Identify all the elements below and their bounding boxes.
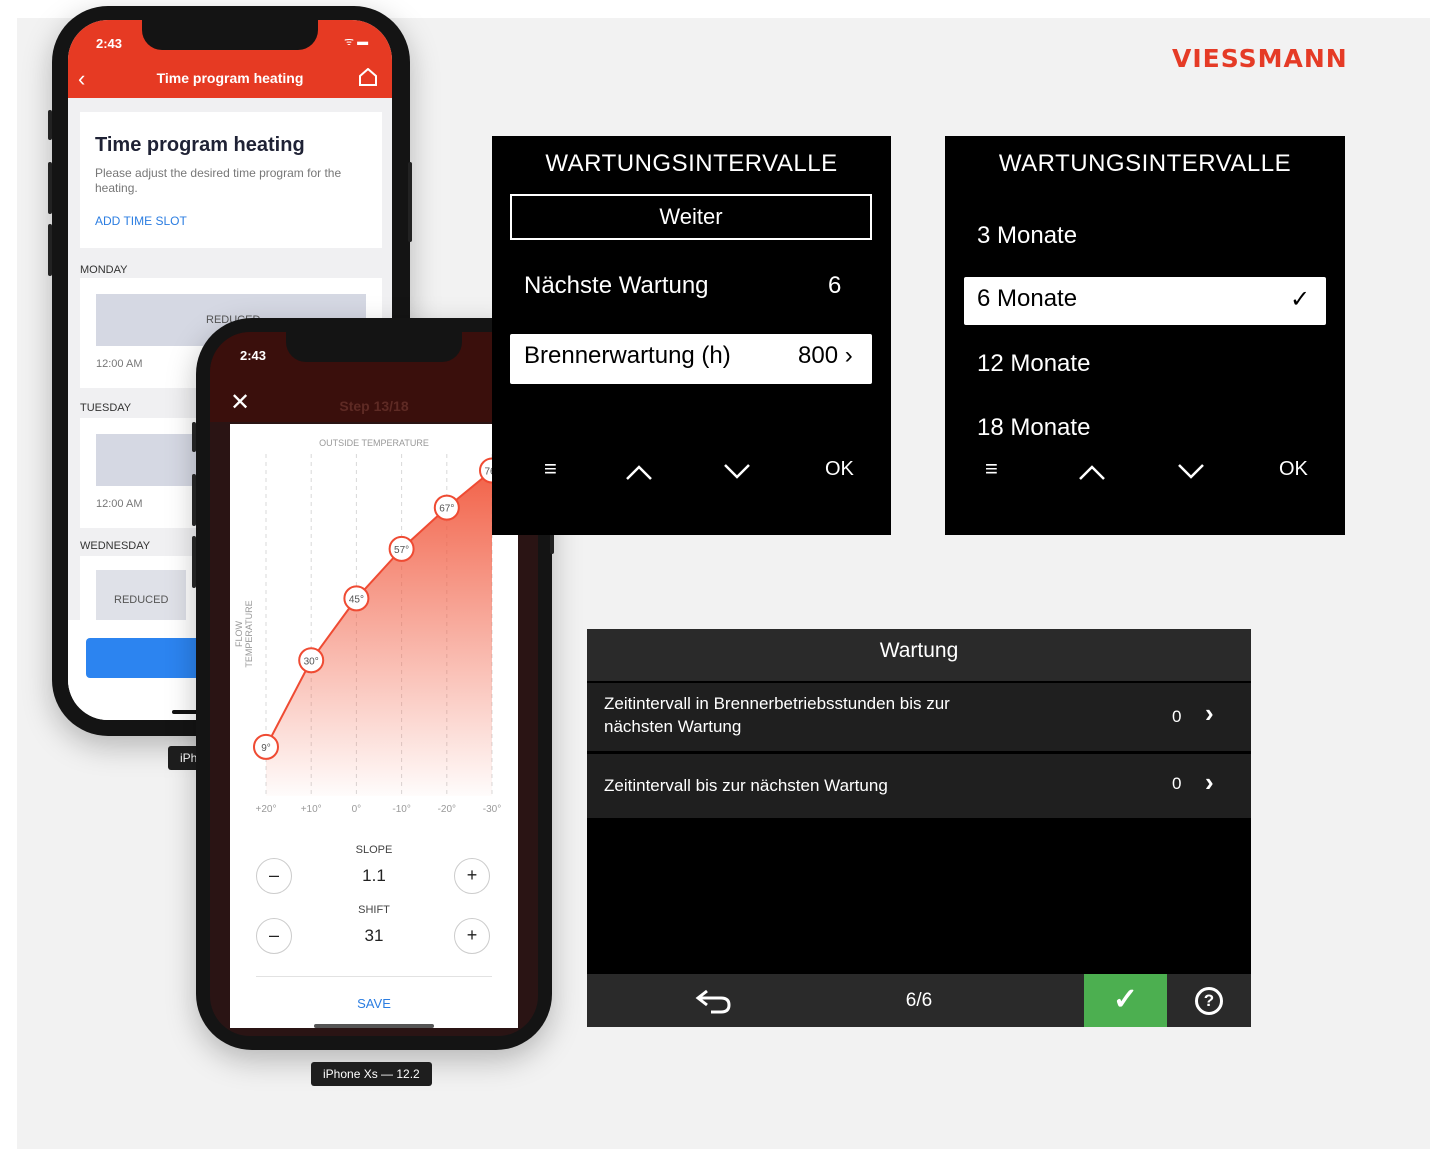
volume-up-button [48,162,52,214]
row-value: 0 [1172,707,1182,726]
mute-switch [48,110,52,140]
naechste-wartung-value: 6 [828,272,842,299]
row-text-line2: nächsten Wartung [604,717,742,736]
point-label: 9° [261,743,271,754]
shift-label: SHIFT [358,904,390,916]
volume-down-button [48,224,52,276]
x-tick-label: -30° [483,804,501,815]
point-label: 67° [439,504,454,515]
volume-down-button [192,536,196,588]
check-icon: ✓ [1290,286,1311,313]
x-tick-label: +10° [301,804,322,815]
heating-curve-chart[interactable]: 9°30°45°57°67°76° +20°+10°0°-10°-20°-30° [230,424,518,824]
phone2-screen: 2:43 ✕ Step 13/18 OUTSIDE TEMPERATURE FL… [210,332,538,1036]
ok-button[interactable]: OK [1279,458,1308,481]
check-icon: ✓ [1112,983,1139,1016]
arrow-up-icon[interactable] [624,462,654,482]
power-button [408,162,412,242]
wartung-header: Wartung [587,629,1251,681]
option-label: 6 Monate [977,285,1078,312]
x-tick-label: 0° [352,804,362,815]
option-18-monate[interactable]: 18 Monate [977,414,1090,436]
wartungsintervalle-panel-1: WARTUNGSINTERVALLE Weiter Nächste Wartun… [492,136,891,535]
card-title: Time program heating [95,134,305,156]
mute-switch [192,422,196,452]
add-time-slot-link[interactable]: ADD TIME SLOT [95,214,187,228]
header-title: Time program heating [156,70,304,86]
brennerwartung-label: Brennerwartung (h) [524,342,731,369]
row-text: Zeitintervall bis zur nächsten Wartung [604,776,888,795]
weiter-button[interactable]: Weiter [510,194,872,240]
row-value: 0 [1172,774,1182,793]
curve-point[interactable]: 30° [298,647,325,674]
status-time: 2:43 [96,36,123,51]
card-description: Please adjust the desired time program f… [95,166,342,195]
brennerwartung-value: 800 › [798,342,853,369]
phone-notch [286,332,462,362]
ok-button[interactable]: OK [825,458,854,481]
point-label: 57° [394,545,409,556]
divider [256,976,492,977]
phone-notch [142,20,318,50]
chevron-right-icon: › [1205,767,1214,797]
row-text-line1: Zeitintervall in Brennerbetriebsstunden … [604,694,950,713]
arrow-down-icon[interactable] [722,462,752,482]
step-indicator: Step 13/18 [339,398,409,414]
device-caption: iPhone Xs — 12.2 [311,1062,432,1086]
curve-point[interactable]: 67° [433,494,460,521]
wifi-battery-icon: ᯤ ▬ [344,36,369,48]
panel-title: WARTUNGSINTERVALLE [545,150,838,177]
menu-icon[interactable]: ≡ [985,456,998,482]
option-6-monate-selected[interactable]: 6 Monate ✓ [964,277,1326,325]
curve-point[interactable]: 57° [388,535,415,562]
shift-increase-button[interactable]: + [454,918,490,954]
viessmann-logo: VIESSMANN [1172,44,1348,73]
slope-label: SLOPE [355,844,393,856]
zeitintervall-row[interactable]: Zeitintervall bis zur nächsten Wartung 0… [587,754,1251,818]
volume-up-button [192,474,196,526]
curve-point[interactable]: 45° [343,585,370,612]
day-label-wednesday: WEDNESDAY [80,540,151,552]
status-time: 2:43 [240,348,267,363]
heating-curve-card: OUTSIDE TEMPERATURE FLOW TEMPERATURE 9° 3… [230,424,518,1028]
x-tick-label: -10° [392,804,410,815]
wartung-panel: Wartung Zeitintervall in Brennerbetriebs… [587,629,1251,1027]
slot-label: REDUCED [114,594,169,606]
save-button[interactable]: SAVE [230,996,518,1011]
wartungsintervalle-panel-2: WARTUNGSINTERVALLE 3 Monate 6 Monate ✓ 1… [945,136,1345,535]
home-icon[interactable] [358,68,378,86]
slope-increase-button[interactable]: + [454,858,490,894]
curve-point[interactable]: 9° [253,733,279,760]
brennerwartung-row[interactable]: Brennerwartung (h) 800 › [510,334,872,384]
slot-time: 12:00 AM [96,358,143,370]
brennerbetriebsstunden-row[interactable]: Zeitintervall in Brennerbetriebsstunden … [587,683,1251,751]
x-tick-label: -20° [438,804,456,815]
day-label-tuesday: TUESDAY [80,402,132,414]
arrow-up-icon[interactable] [1077,462,1107,482]
option-3-monate[interactable]: 3 Monate [977,222,1077,250]
curve-area [266,470,492,796]
confirm-button[interactable]: ✓ [1084,974,1167,1027]
panel-title: WARTUNGSINTERVALLE [998,150,1292,177]
wartung-footer: 6/6 ✓ ? [587,974,1251,1027]
point-label: 45° [349,594,364,605]
point-label: 30° [304,656,319,667]
chevron-right-icon: › [1205,698,1214,728]
naechste-wartung-label: Nächste Wartung [524,272,709,299]
intro-card: Time program heating Please adjust the d… [80,112,382,248]
slot-time: 12:00 AM [96,498,143,510]
option-clip: 18 Monate [945,406,1345,436]
option-12-monate[interactable]: 12 Monate [977,350,1090,378]
home-indicator [314,1024,434,1028]
x-tick-label: +20° [256,804,277,815]
help-icon[interactable]: ? [1195,987,1223,1015]
arrow-down-icon[interactable] [1176,462,1206,482]
menu-icon[interactable]: ≡ [544,456,557,482]
day-label-monday: MONDAY [80,264,128,276]
